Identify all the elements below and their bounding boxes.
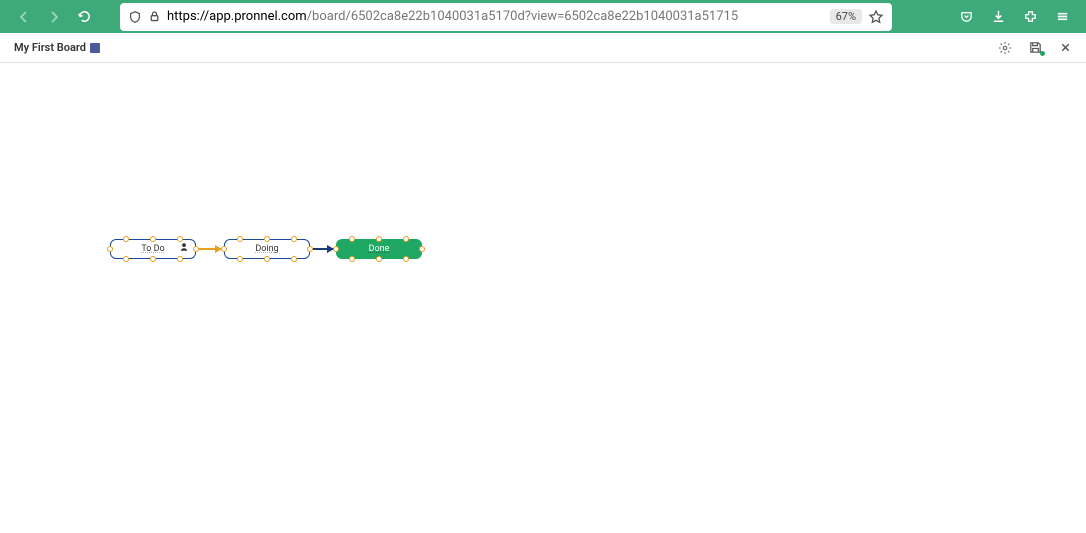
header-left: My First Board [14, 41, 100, 54]
header-right [998, 40, 1072, 55]
close-icon[interactable] [1059, 41, 1072, 54]
browser-right-icons [952, 3, 1076, 31]
resize-handle[interactable] [177, 256, 183, 262]
resize-handle[interactable] [123, 256, 129, 262]
workflow-canvas[interactable]: To Do Doing Done [0, 63, 1086, 533]
url-bar[interactable]: https://app.pronnel.com/board/6502ca8e22… [120, 3, 892, 31]
workflow-arrow[interactable] [313, 248, 333, 250]
back-button[interactable] [10, 3, 38, 31]
pocket-icon[interactable] [952, 3, 980, 31]
resize-handle[interactable] [264, 256, 270, 262]
bookmark-star-icon[interactable] [868, 9, 884, 25]
resize-handle[interactable] [349, 236, 355, 242]
user-icon [179, 242, 189, 252]
resize-handle[interactable] [419, 246, 425, 252]
gear-icon[interactable] [998, 41, 1012, 55]
workflow-node[interactable]: Doing [224, 239, 310, 259]
resize-handle[interactable] [349, 256, 355, 262]
extensions-icon[interactable] [1016, 3, 1044, 31]
app-header: My First Board [0, 33, 1086, 63]
resize-handle[interactable] [291, 236, 297, 242]
resize-handle[interactable] [150, 236, 156, 242]
resize-handle[interactable] [403, 256, 409, 262]
resize-handle[interactable] [291, 256, 297, 262]
browser-toolbar: https://app.pronnel.com/board/6502ca8e22… [0, 0, 1086, 33]
reload-button[interactable] [70, 3, 98, 31]
workflow-arrow[interactable] [199, 248, 221, 250]
resize-handle[interactable] [150, 256, 156, 262]
workflow-node[interactable]: Done [336, 239, 422, 259]
url-text: https://app.pronnel.com/board/6502ca8e22… [167, 9, 824, 24]
downloads-icon[interactable] [984, 3, 1012, 31]
node-label: Done [369, 244, 390, 254]
resize-handle[interactable] [237, 256, 243, 262]
resize-handle[interactable] [123, 236, 129, 242]
board-title: My First Board [14, 41, 86, 54]
node-label: Doing [255, 244, 278, 254]
resize-handle[interactable] [264, 236, 270, 242]
save-icon[interactable] [1028, 40, 1043, 55]
resize-handle[interactable] [107, 246, 113, 252]
resize-handle[interactable] [376, 236, 382, 242]
resize-handle[interactable] [237, 236, 243, 242]
resize-handle[interactable] [403, 236, 409, 242]
shield-icon [128, 10, 142, 24]
forward-button[interactable] [40, 3, 68, 31]
resize-handle[interactable] [376, 256, 382, 262]
menu-icon[interactable] [1048, 3, 1076, 31]
lock-icon [148, 10, 161, 23]
board-badge-icon [90, 43, 100, 53]
zoom-badge[interactable]: 67% [830, 9, 862, 24]
node-label: To Do [141, 244, 164, 254]
workflow-node[interactable]: To Do [110, 239, 196, 259]
